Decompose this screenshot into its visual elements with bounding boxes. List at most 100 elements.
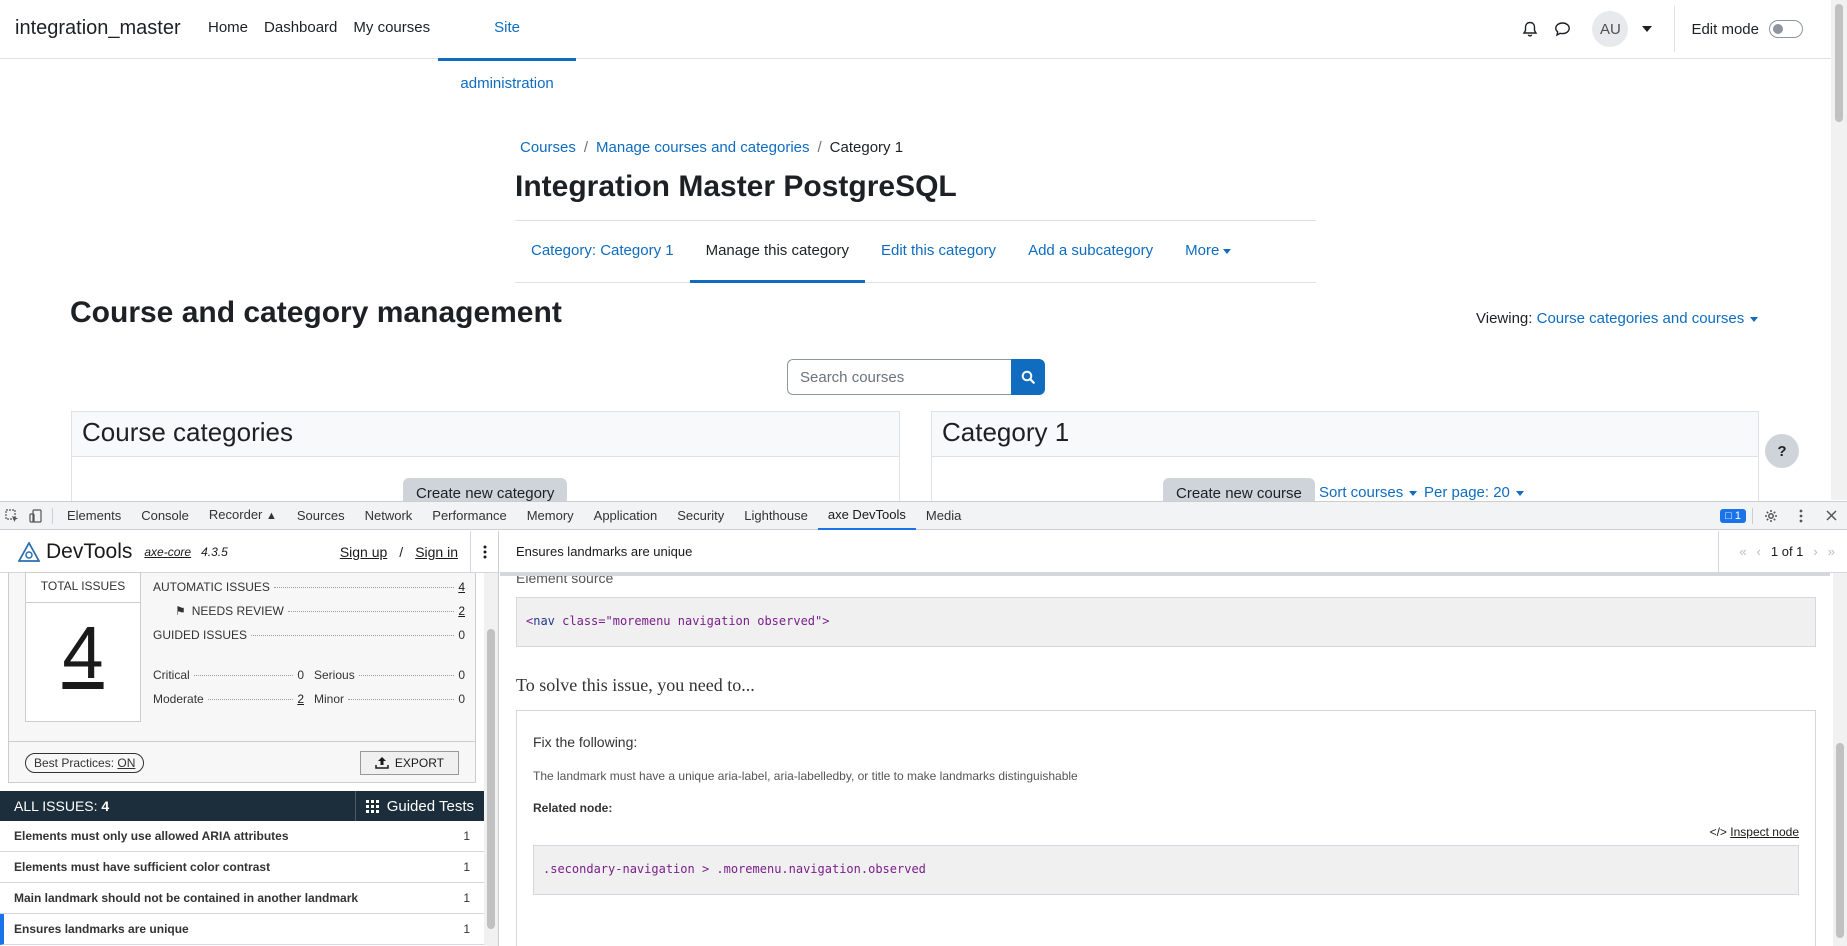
stat-label: Moderate bbox=[153, 692, 204, 706]
first-page-icon[interactable]: « bbox=[1739, 544, 1746, 559]
messages-chat-icon[interactable] bbox=[1546, 13, 1578, 45]
axe-logo-icon bbox=[18, 541, 40, 562]
all-issues-count: 4 bbox=[101, 798, 110, 814]
guided-tests-button[interactable]: Guided Tests bbox=[354, 791, 484, 821]
scrollbar-thumb[interactable] bbox=[1836, 743, 1844, 938]
notifications-bell-icon[interactable] bbox=[1514, 13, 1546, 45]
devtools-tab-lighthouse[interactable]: Lighthouse bbox=[734, 502, 818, 530]
tab-category[interactable]: Category: Category 1 bbox=[515, 221, 690, 282]
divider bbox=[1752, 507, 1753, 524]
stat-label: GUIDED ISSUES bbox=[153, 628, 248, 642]
search-input[interactable] bbox=[787, 359, 1011, 395]
next-page-icon[interactable]: › bbox=[1813, 544, 1817, 559]
prev-page-icon[interactable]: ‹ bbox=[1757, 544, 1761, 559]
close-devtools-icon[interactable] bbox=[1819, 502, 1843, 530]
breadcrumb-courses[interactable]: Courses bbox=[520, 139, 576, 156]
message-icon: □ bbox=[1725, 509, 1732, 522]
list-item[interactable]: Main landmark should not be contained in… bbox=[0, 883, 484, 914]
summary-scrollbar[interactable] bbox=[484, 573, 498, 946]
issue-detail-title: Ensures landmarks are unique bbox=[516, 544, 693, 559]
sort-courses-label: Sort courses bbox=[1319, 484, 1404, 501]
page-scrollbar-thumb[interactable] bbox=[1835, 4, 1843, 122]
issues-badge[interactable]: □ 1 bbox=[1720, 508, 1746, 523]
moderate-count[interactable]: 2 bbox=[297, 692, 304, 706]
best-practices-toggle[interactable]: Best Practices: ON bbox=[25, 752, 145, 773]
nav-dashboard[interactable]: Dashboard bbox=[256, 0, 345, 58]
user-menu-chevron-down-icon[interactable] bbox=[1642, 26, 1653, 32]
guided-tests-label: Guided Tests bbox=[386, 797, 474, 815]
tab-edit-this-category[interactable]: Edit this category bbox=[865, 221, 1012, 282]
axe-menu-kebab-icon[interactable] bbox=[470, 530, 498, 573]
devtools-tab-performance[interactable]: Performance bbox=[422, 502, 516, 530]
issue-list: Elements must only use allowed ARIA attr… bbox=[0, 821, 484, 945]
inspect-element-icon[interactable] bbox=[0, 502, 24, 530]
devtools-tab-sources[interactable]: Sources bbox=[287, 502, 355, 530]
total-issues-count[interactable]: 4 bbox=[26, 603, 140, 703]
critical-count: 0 bbox=[297, 668, 304, 682]
site-brand[interactable]: integration_master bbox=[0, 0, 200, 58]
axe-core-link[interactable]: axe-core bbox=[144, 545, 191, 559]
primary-navigation: Home Dashboard My courses Site administr… bbox=[200, 0, 577, 92]
create-new-category-button[interactable]: Create new category bbox=[403, 478, 568, 501]
per-page-dropdown[interactable]: Per page: 20 bbox=[1424, 484, 1524, 501]
automatic-issues-count[interactable]: 4 bbox=[458, 580, 465, 594]
more-options-kebab-icon[interactable] bbox=[1789, 502, 1813, 530]
tab-manage-this-category[interactable]: Manage this category bbox=[689, 221, 866, 283]
devtools-tab-console[interactable]: Console bbox=[131, 502, 199, 530]
list-item[interactable]: Elements must have sufficient color cont… bbox=[0, 852, 484, 883]
course-search bbox=[787, 359, 1045, 395]
devtools-tab-memory[interactable]: Memory bbox=[517, 502, 584, 530]
edit-mode-toggle[interactable] bbox=[1769, 20, 1803, 38]
device-toolbar-icon[interactable] bbox=[24, 502, 48, 530]
needs-review-row: ⚑ NEEDS REVIEW 2 bbox=[153, 604, 465, 628]
user-avatar[interactable]: AU bbox=[1592, 11, 1629, 47]
last-page-icon[interactable]: » bbox=[1828, 544, 1835, 559]
devtools-tab-axe[interactable]: axe DevTools bbox=[817, 502, 916, 530]
nav-home[interactable]: Home bbox=[200, 0, 256, 58]
needs-review-count[interactable]: 2 bbox=[458, 604, 465, 618]
nav-site-administration[interactable]: Site administration bbox=[438, 0, 577, 92]
user-controls: AU Edit mode bbox=[1514, 0, 1831, 58]
issue-count: 1 bbox=[463, 829, 470, 843]
sort-courses-dropdown[interactable]: Sort courses bbox=[1319, 484, 1418, 501]
inspect-node-link[interactable]: </> Inspect node bbox=[1710, 825, 1799, 839]
scrollbar-thumb[interactable] bbox=[487, 629, 495, 929]
page-scrollbar[interactable] bbox=[1831, 0, 1847, 500]
divider bbox=[1674, 6, 1676, 52]
card-title: Course categories bbox=[72, 412, 899, 457]
sign-in-link[interactable]: Sign in bbox=[415, 544, 458, 560]
tab-more-menu[interactable]: More bbox=[1169, 221, 1247, 282]
list-item[interactable]: Elements must only use allowed ARIA attr… bbox=[0, 821, 484, 852]
detail-scrollbar[interactable] bbox=[1833, 573, 1847, 946]
devtools-panel: Elements Console Recorder ▲ Sources Netw… bbox=[0, 501, 1847, 946]
best-practices-value: ON bbox=[117, 755, 136, 770]
devtools-tab-elements[interactable]: Elements bbox=[57, 502, 131, 530]
help-button[interactable]: ? bbox=[1765, 434, 1799, 468]
devtools-tab-media[interactable]: Media bbox=[916, 502, 971, 530]
settings-gear-icon[interactable] bbox=[1759, 502, 1783, 530]
issue-detail-header: Ensures landmarks are unique « ‹ 1 of 1 … bbox=[500, 530, 1847, 573]
devtools-tab-recorder[interactable]: Recorder ▲ bbox=[199, 501, 287, 530]
devtools-tab-application[interactable]: Application bbox=[584, 502, 668, 530]
issue-count: 1 bbox=[463, 860, 470, 874]
export-button[interactable]: EXPORT bbox=[359, 750, 459, 775]
source-attributes: class="moremenu navigation observed"> bbox=[562, 614, 830, 628]
critical-row: Critical 0 bbox=[153, 668, 304, 692]
create-new-course-button[interactable]: Create new course bbox=[1163, 478, 1315, 501]
leader-dots bbox=[358, 675, 455, 676]
breadcrumb-manage-courses[interactable]: Manage courses and categories bbox=[596, 139, 809, 156]
search-button[interactable] bbox=[1011, 359, 1045, 395]
page-title: Integration Master PostgreSQL bbox=[515, 170, 957, 203]
top-navbar: integration_master Home Dashboard My cou… bbox=[0, 0, 1831, 92]
nav-my-courses[interactable]: My courses bbox=[345, 0, 438, 58]
devtools-tab-network[interactable]: Network bbox=[355, 502, 423, 530]
flask-icon: ▲ bbox=[266, 510, 277, 522]
serious-count: 0 bbox=[458, 668, 465, 682]
sign-up-link[interactable]: Sign up bbox=[340, 544, 387, 560]
list-item-selected[interactable]: Ensures landmarks are unique 1 bbox=[0, 914, 484, 945]
leader-dots bbox=[348, 699, 455, 700]
stat-label: Serious bbox=[314, 668, 355, 682]
tab-add-subcategory[interactable]: Add a subcategory bbox=[1012, 221, 1169, 282]
viewing-dropdown[interactable]: Course categories and courses bbox=[1537, 310, 1759, 327]
devtools-tab-security[interactable]: Security bbox=[667, 502, 734, 530]
